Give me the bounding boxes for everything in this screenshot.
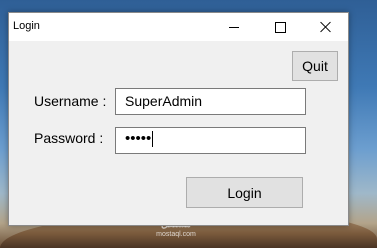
maximize-button[interactable] <box>257 13 303 41</box>
watermark-subtext: mostaql.com <box>156 231 196 238</box>
password-label: Password : <box>34 130 104 146</box>
title-bar[interactable]: Login <box>9 13 348 41</box>
text-caret <box>152 131 154 148</box>
minimize-button[interactable] <box>211 13 257 41</box>
close-button[interactable] <box>303 13 349 41</box>
password-field[interactable]: ••••• <box>115 127 306 154</box>
login-button[interactable]: Login <box>186 177 303 208</box>
username-value: SuperAdmin <box>125 93 203 109</box>
minimize-icon <box>229 26 239 28</box>
login-window: Login Quit Username : SuperAdmin Passwor… <box>8 12 349 226</box>
close-icon <box>320 21 332 33</box>
username-label: Username : <box>34 93 107 109</box>
quit-button[interactable]: Quit <box>292 51 338 81</box>
window-title: Login <box>13 20 40 32</box>
maximize-icon <box>274 21 286 33</box>
password-value: ••••• <box>125 130 152 147</box>
username-field[interactable]: SuperAdmin <box>115 88 306 115</box>
